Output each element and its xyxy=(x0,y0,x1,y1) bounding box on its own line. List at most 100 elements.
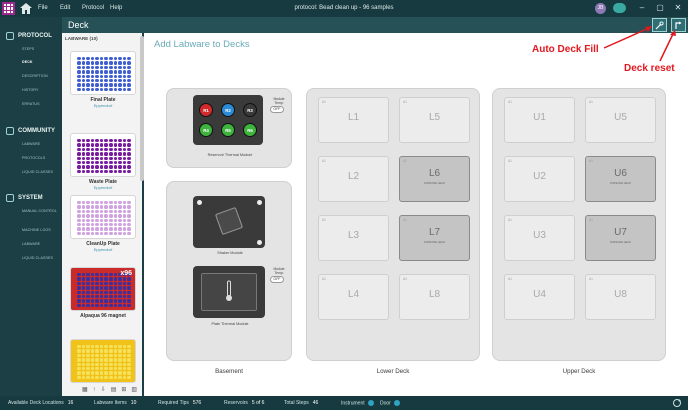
sidebar-item-steps[interactable]: STEPS xyxy=(22,47,60,51)
sidebar-section-community[interactable]: COMMUNITY xyxy=(6,127,55,135)
wrench-icon xyxy=(6,194,14,202)
deck-slot-u6[interactable]: A1 U6 DISPENSE HEAD xyxy=(585,156,656,202)
close-button[interactable]: ✕ xyxy=(673,3,683,13)
plate-temp-toggle[interactable]: OFF xyxy=(270,276,284,283)
sidebar-item-deck[interactable]: DECK xyxy=(22,60,60,64)
sidebar-item-manual-control[interactable]: MANUAL CONTROL xyxy=(22,209,60,213)
sidebar-item-labware[interactable]: LABWARE xyxy=(22,142,60,146)
menu-help[interactable]: Help xyxy=(110,5,122,11)
labware-card[interactable]: Final Plate Eppendorf xyxy=(66,49,140,111)
reservoir-r2[interactable]: R2 xyxy=(221,103,235,117)
sidebar-item-system-labware[interactable]: LABWARE xyxy=(22,242,60,246)
download-icon[interactable]: ⇩ xyxy=(101,386,106,393)
status-door: Door xyxy=(380,400,400,406)
status-total-steps: Total Steps 46 xyxy=(284,400,319,406)
sidebar-item-liquid-classes[interactable]: LIQUID CLASSES xyxy=(22,170,60,174)
deck-slot-u7[interactable]: A1 U7 DISPENSE HEAD xyxy=(585,215,656,261)
deck-slot-l8[interactable]: A1 L8 xyxy=(399,274,470,320)
deck-reset-button[interactable] xyxy=(671,18,686,32)
reservoir-r5[interactable]: R5 xyxy=(221,123,235,137)
menu-protocol[interactable]: Protocol xyxy=(82,5,104,11)
labware-card[interactable]: x96 Alpaqua 96 magnet xyxy=(66,265,140,327)
labware-thumbnail xyxy=(70,195,136,239)
tile-view-icon[interactable]: ⊞ xyxy=(121,386,126,393)
deck-slot-u2[interactable]: A1 U2 xyxy=(504,156,575,202)
user-avatar[interactable]: JB xyxy=(595,3,606,14)
sidebar-item-protocols[interactable]: PROTOCOLS xyxy=(22,156,60,160)
reservoir-r3[interactable]: R3 xyxy=(243,103,257,117)
refresh-icon[interactable] xyxy=(672,398,682,408)
sidebar-item-history[interactable]: HISTORY xyxy=(22,88,60,92)
list-view-icon[interactable]: ▤ xyxy=(111,386,117,393)
labware-panel: LABWARE (10) Final Plate Eppendorf Waste P… xyxy=(62,33,142,396)
sidebar-item-erratus[interactable]: ERRATUS xyxy=(22,102,60,106)
grid-view-icon[interactable]: ▦ xyxy=(82,386,88,393)
slot-label: L2 xyxy=(347,171,360,182)
deck-slot-l2[interactable]: A1 L2 xyxy=(318,156,389,202)
deck-slot-l5[interactable]: A1 L5 xyxy=(399,97,470,143)
slot-label: L4 xyxy=(347,289,360,300)
deck-slot-l4[interactable]: A1 L4 xyxy=(318,274,389,320)
slot-label: L8 xyxy=(428,289,441,300)
deck-header: Deck xyxy=(62,17,688,33)
menu-edit[interactable]: Edit xyxy=(60,5,70,11)
slot-occupant: DISPENSE HEAD xyxy=(609,241,632,244)
sidebar: PROTOCOL STEPS DECK DESCRIPTION HISTORY … xyxy=(0,17,62,396)
auto-deck-fill-button[interactable] xyxy=(652,18,667,32)
maximize-button[interactable]: ▢ xyxy=(655,3,665,13)
slot-label: U3 xyxy=(533,230,546,241)
instrument-status-icon xyxy=(367,400,374,406)
labware-thumbnail xyxy=(70,339,136,383)
basement-group: Shaker Module Module Temp: OFF Plate The… xyxy=(166,181,292,361)
community-icon xyxy=(6,127,14,135)
app-grid-icon[interactable] xyxy=(2,2,15,15)
sidebar-section-system[interactable]: SYSTEM xyxy=(6,194,43,202)
deck-slot-u8[interactable]: A1 U8 xyxy=(585,274,656,320)
shaker-module-label: Shaker Module xyxy=(217,251,243,255)
shaker-module[interactable] xyxy=(193,196,265,248)
sidebar-item-system-liquid-classes[interactable]: LIQUID CLASSES xyxy=(22,256,60,260)
reservoir-r4[interactable]: R4 xyxy=(199,123,213,137)
status-available-deck: Available Deck Locations 16 xyxy=(8,400,74,406)
deck-slot-l7[interactable]: A1 L7 DISPENSE HEAD xyxy=(399,215,470,261)
labware-thumbnail xyxy=(70,51,136,95)
labware-vendor: Eppendorf xyxy=(93,103,113,108)
reservoir-r6[interactable]: R6 xyxy=(243,123,257,137)
sidebar-item-machine-logs[interactable]: MACHINE LOGS xyxy=(22,228,60,232)
chat-icon[interactable] xyxy=(613,3,626,13)
labware-toolbar: ▦ ↑ ⇩ ▤ ⊞ ▥ xyxy=(66,385,140,394)
deck-slot-l6[interactable]: A1 L6 DISPENSE HEAD xyxy=(399,156,470,202)
home-icon[interactable] xyxy=(20,3,32,14)
status-labware-items: Labware Items 10 xyxy=(94,400,137,406)
status-instrument: Instrument xyxy=(341,400,374,406)
status-bar: Available Deck Locations 16 Labware Items… xyxy=(0,396,688,410)
reservoir-module-label: Reservoir Thermal Module xyxy=(207,153,253,157)
labware-card[interactable]: CleanUp Plate Eppendorf xyxy=(66,193,140,255)
sidebar-section-protocol[interactable]: PROTOCOL xyxy=(6,32,52,40)
plate-thermal-module[interactable] xyxy=(193,266,265,318)
reservoir-temp-toggle[interactable]: OFF xyxy=(270,106,284,113)
labware-badge: x96 xyxy=(120,270,132,277)
sidebar-item-description[interactable]: DESCRIPTION xyxy=(22,74,60,78)
slot-label: U5 xyxy=(614,112,627,123)
reservoir-thermal-module[interactable]: R1 R2 R3 R4 R5 R6 xyxy=(193,95,263,145)
deck-slot-u4[interactable]: A1 U4 xyxy=(504,274,575,320)
column-view-icon[interactable]: ▥ xyxy=(131,386,137,393)
deck-slot-l3[interactable]: A1 L3 xyxy=(318,215,389,261)
deck-slot-l1[interactable]: A1 L1 xyxy=(318,97,389,143)
thermometer-icon xyxy=(226,280,232,301)
lower-deck-label: Lower Deck xyxy=(376,368,410,375)
minimize-button[interactable]: – xyxy=(637,3,647,13)
deck-slot-u1[interactable]: A1 U1 xyxy=(504,97,575,143)
edit-icon xyxy=(6,32,14,40)
slot-occupant: DISPENSE HEAD xyxy=(423,182,446,185)
menu-file[interactable]: File xyxy=(38,5,48,11)
slot-label: L6 xyxy=(428,168,441,179)
deck-slot-u5[interactable]: A1 U5 xyxy=(585,97,656,143)
labware-card[interactable]: Waste Plate Eppendorf xyxy=(66,131,140,193)
slot-label: U6 xyxy=(614,168,627,179)
sort-up-icon[interactable]: ↑ xyxy=(93,387,96,393)
reservoir-r1[interactable]: R1 xyxy=(199,103,213,117)
basement-label: Basement xyxy=(215,368,243,375)
deck-slot-u3[interactable]: A1 U3 xyxy=(504,215,575,261)
